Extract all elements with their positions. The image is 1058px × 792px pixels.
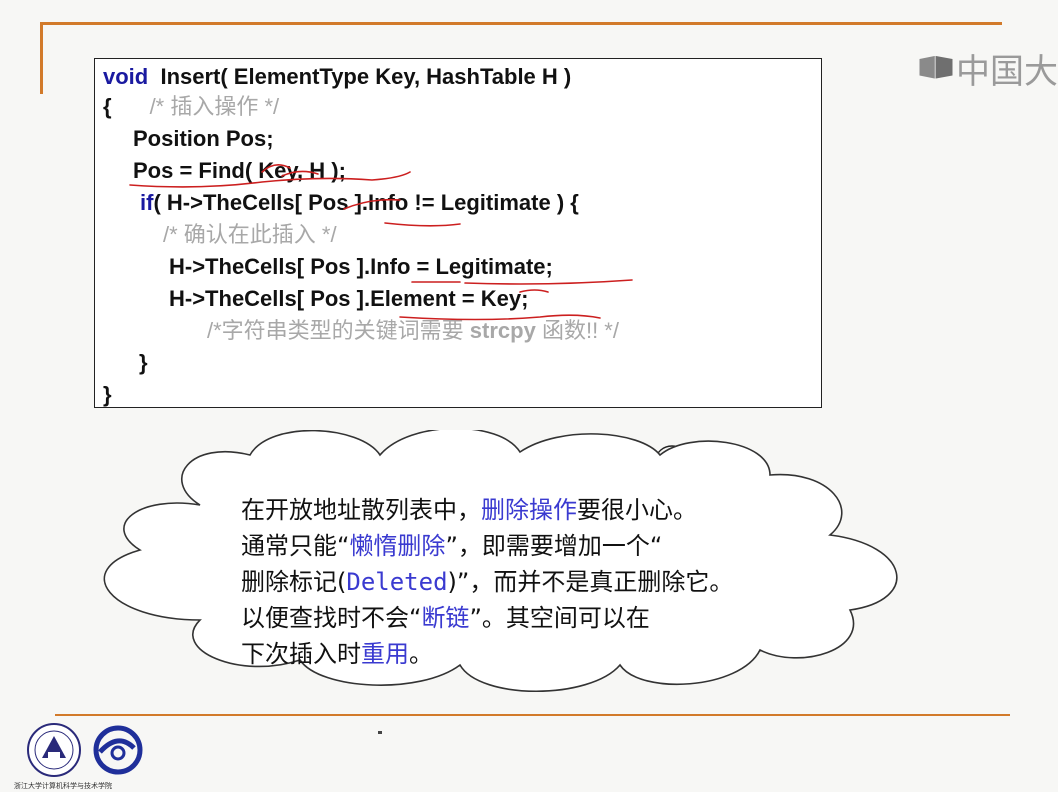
code-line-5: if( H->TheCells[ Pos ].Info != Legitimat… <box>140 189 579 217</box>
code-line-8: H->TheCells[ Pos ].Element = Key; <box>169 286 529 311</box>
function-signature: Insert( ElementType Key, HashTable H ) <box>148 64 572 89</box>
code-line-4: Pos = Find( Key, H ); <box>133 158 346 183</box>
note-line-2: 通常只能“懒惰删除”，即需要增加一个“ <box>241 532 663 560</box>
close-brace-outer: } <box>103 382 112 407</box>
university-seal-icon <box>27 723 81 777</box>
keyword-if: if <box>140 190 154 215</box>
deletion-note: 在开放地址散列表中，删除操作要很小心。 通常只能“懒惰删除”，即需要增加一个“ … <box>241 492 841 672</box>
slide-mark <box>378 731 382 734</box>
college-logo-icon <box>93 725 143 775</box>
top-divider <box>40 22 1002 25</box>
left-divider <box>40 22 43 94</box>
keyword-void: void <box>103 64 149 89</box>
mooc-watermark: 中国大 <box>918 44 1058 92</box>
book-logo-icon <box>919 56 953 79</box>
if-condition: ( H->TheCells[ Pos ].Info != Legitimate … <box>153 190 579 215</box>
note-line-5: 下次插入时重用。 <box>241 640 433 668</box>
footer-logos <box>27 723 143 777</box>
footer-caption: 浙江大学计算机科学与技术学院 <box>14 783 112 790</box>
code-line-1: void Insert( ElementType Key, HashTable … <box>103 63 571 91</box>
comment-confirm: /* 确认在此插入 */ <box>163 222 337 247</box>
note-line-1: 在开放地址散列表中，删除操作要很小心。 <box>241 496 697 524</box>
note-line-4: 以便查找时不会“断链”。其空间可以在 <box>241 604 650 632</box>
comment-strcpy: /*字符串类型的关键词需要 strcpy 函数!! */ <box>207 318 619 343</box>
code-box: void Insert( ElementType Key, HashTable … <box>94 58 822 408</box>
code-line-7: H->TheCells[ Pos ].Info = Legitimate; <box>169 254 553 279</box>
watermark-text: 中国大 <box>956 51 1058 92</box>
bottom-divider <box>55 714 1010 716</box>
comment-insert: /* 插入操作 */ <box>149 94 280 119</box>
open-brace: { <box>103 94 112 119</box>
code-line-2: { /* 插入操作 */ <box>103 93 279 121</box>
close-brace-inner: } <box>139 350 148 375</box>
code-line-3: Position Pos; <box>133 126 274 151</box>
note-line-3: 删除标记(Deleted)”，而并不是真正删除它。 <box>241 568 734 596</box>
